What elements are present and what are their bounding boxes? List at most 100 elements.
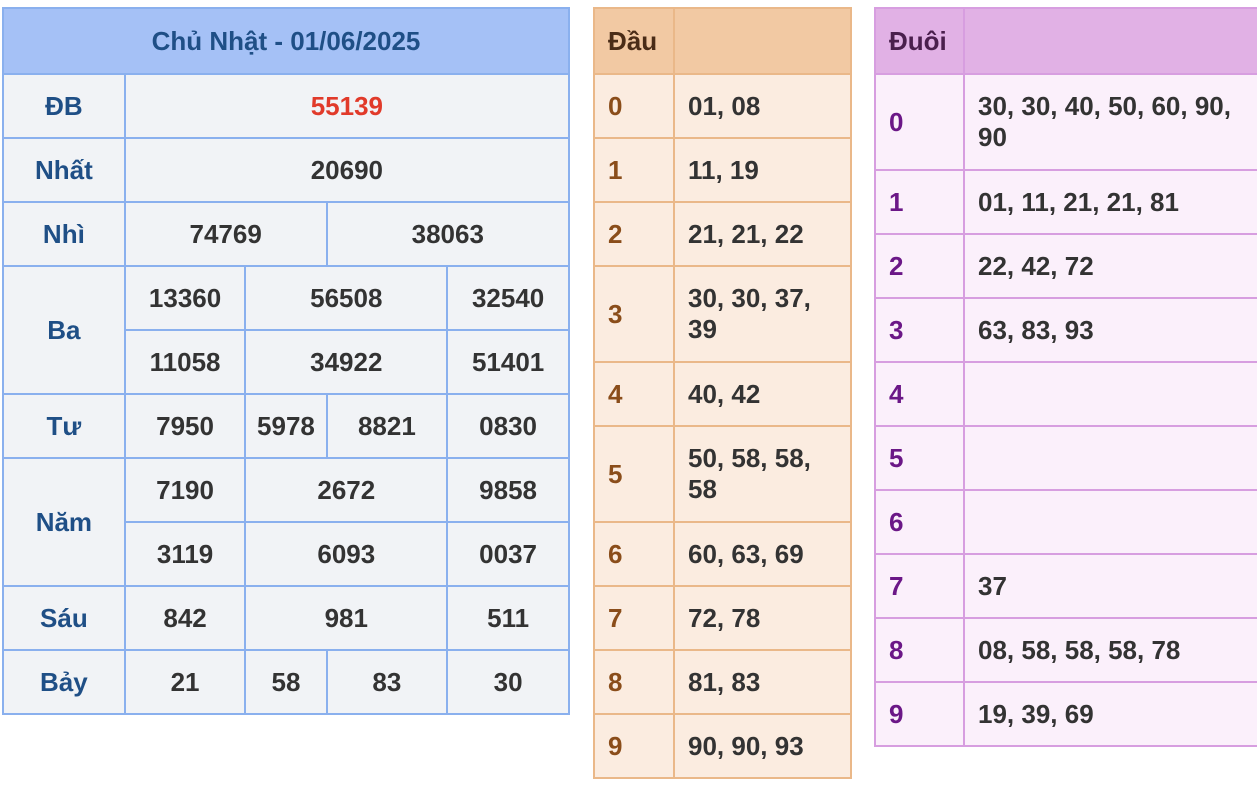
results-title: Chủ Nhật - 01/06/2025 (2, 7, 570, 75)
dau-key: 3 (593, 265, 675, 363)
duoi-value: 30, 30, 40, 50, 60, 90, 90 (963, 73, 1257, 171)
dau-row: 5 50, 58, 58, 58 (593, 425, 852, 523)
dau-row: 0 01, 08 (593, 73, 852, 139)
prize-row-seventh: Bảy 21 58 83 30 (2, 649, 570, 715)
prize-label-fourth: Tư (2, 393, 126, 459)
prize-value: 58 (244, 649, 328, 715)
dau-key: 0 (593, 73, 675, 139)
dau-key: 7 (593, 585, 675, 651)
duoi-row: 7 37 (874, 553, 1257, 619)
dau-header-value (673, 7, 852, 75)
prize-value: 0037 (446, 521, 570, 587)
prize-row-special: ĐB 55139 (2, 73, 571, 139)
prize-label-third: Ba (2, 265, 126, 395)
duoi-key: 6 (874, 489, 965, 555)
duoi-key: 9 (874, 681, 965, 747)
duoi-table: Đuôi 0 30, 30, 40, 50, 60, 90, 90 1 01, 11… (874, 7, 1257, 747)
prize-value: 7190 (123, 457, 247, 523)
prize-label-second: Nhì (2, 201, 126, 267)
prize-label-first: Nhất (2, 137, 126, 203)
dau-value: 81, 83 (673, 649, 852, 715)
prize-value-special: 55139 (123, 73, 571, 139)
prize-label-sixth: Sáu (2, 585, 126, 651)
prize-row-sixth: Sáu 842 981 511 (2, 585, 570, 651)
duoi-key: 0 (874, 73, 965, 171)
dau-value: 90, 90, 93 (673, 713, 852, 779)
duoi-row: 8 08, 58, 58, 58, 78 (874, 617, 1257, 683)
duoi-value: 01, 11, 21, 21, 81 (963, 169, 1257, 235)
dau-row: 9 90, 90, 93 (593, 713, 852, 779)
prize-value: 34922 (244, 329, 449, 395)
prize-label-seventh: Bảy (2, 649, 126, 715)
prize-value: 6093 (244, 521, 449, 587)
dau-key: 1 (593, 137, 675, 203)
duoi-row: 9 19, 39, 69 (874, 681, 1257, 747)
duoi-row: 4 (874, 361, 1257, 427)
dau-value: 72, 78 (673, 585, 852, 651)
dau-row: 1 11, 19 (593, 137, 852, 203)
duoi-key: 8 (874, 617, 965, 683)
dau-row: 6 60, 63, 69 (593, 521, 852, 587)
duoi-key: 4 (874, 361, 965, 427)
prize-value: 8821 (325, 393, 449, 459)
duoi-value: 08, 58, 58, 58, 78 (963, 617, 1257, 683)
duoi-key: 3 (874, 297, 965, 363)
duoi-value: 22, 42, 72 (963, 233, 1257, 299)
dau-value: 30, 30, 37, 39 (673, 265, 852, 363)
duoi-key: 2 (874, 233, 965, 299)
duoi-value: 19, 39, 69 (963, 681, 1257, 747)
dau-value: 11, 19 (673, 137, 852, 203)
prize-value: 51401 (446, 329, 570, 395)
prize-value: 2672 (244, 457, 449, 523)
duoi-row: 0 30, 30, 40, 50, 60, 90, 90 (874, 73, 1257, 171)
prize-row-first: Nhất 20690 (2, 137, 571, 203)
dau-row: 3 30, 30, 37, 39 (593, 265, 852, 363)
prize-value: 981 (244, 585, 449, 651)
prize-label-special: ĐB (2, 73, 126, 139)
dau-value: 60, 63, 69 (673, 521, 852, 587)
duoi-key: 1 (874, 169, 965, 235)
prize-value: 511 (446, 585, 570, 651)
duoi-header: Đuôi (874, 7, 965, 75)
prize-value: 38063 (325, 201, 571, 267)
dau-value: 21, 21, 22 (673, 201, 852, 267)
prize-value: 0830 (446, 393, 570, 459)
dau-key: 8 (593, 649, 675, 715)
dau-key: 9 (593, 713, 675, 779)
prize-value: 83 (325, 649, 449, 715)
prize-value: 56508 (244, 265, 449, 331)
dau-row: 7 72, 78 (593, 585, 852, 651)
dau-key: 2 (593, 201, 675, 267)
duoi-value (963, 361, 1257, 427)
dau-header: Đầu (593, 7, 675, 75)
dau-row: 2 21, 21, 22 (593, 201, 852, 267)
dau-value: 50, 58, 58, 58 (673, 425, 852, 523)
duoi-header-value (963, 7, 1257, 75)
prize-label-fifth: Năm (2, 457, 126, 587)
prize-row-fourth: Tư 7950 5978 8821 0830 (2, 393, 570, 459)
prize-value: 11058 (123, 329, 247, 395)
prize-value: 7950 (123, 393, 247, 459)
dau-table: Đầu 0 01, 08 1 11, 19 2 21, 21, 22 3 30, 30,… (593, 7, 852, 779)
prize-value: 5978 (244, 393, 328, 459)
prize-value: 30 (446, 649, 570, 715)
prize-value: 9858 (446, 457, 570, 523)
duoi-key: 5 (874, 425, 965, 491)
prize-value: 21 (123, 649, 247, 715)
duoi-row: 1 01, 11, 21, 21, 81 (874, 169, 1257, 235)
dau-value: 40, 42 (673, 361, 852, 427)
prize-row-fifth: Năm 7190 2672 9858 (2, 457, 570, 587)
prize-row-second: Nhì 74769 38063 (2, 201, 571, 267)
dau-row: 4 40, 42 (593, 361, 852, 427)
dau-key: 4 (593, 361, 675, 427)
prize-value: 74769 (123, 201, 328, 267)
duoi-value: 63, 83, 93 (963, 297, 1257, 363)
duoi-value (963, 425, 1257, 491)
prize-value: 32540 (446, 265, 570, 331)
results-table: Chủ Nhật - 01/06/2025 ĐB 55139 Nhất 2069… (2, 7, 571, 715)
duoi-value: 37 (963, 553, 1257, 619)
prize-value: 20690 (123, 137, 571, 203)
prize-row-third: Ba 13360 56508 32540 (2, 265, 570, 395)
dau-key: 6 (593, 521, 675, 587)
duoi-value (963, 489, 1257, 555)
